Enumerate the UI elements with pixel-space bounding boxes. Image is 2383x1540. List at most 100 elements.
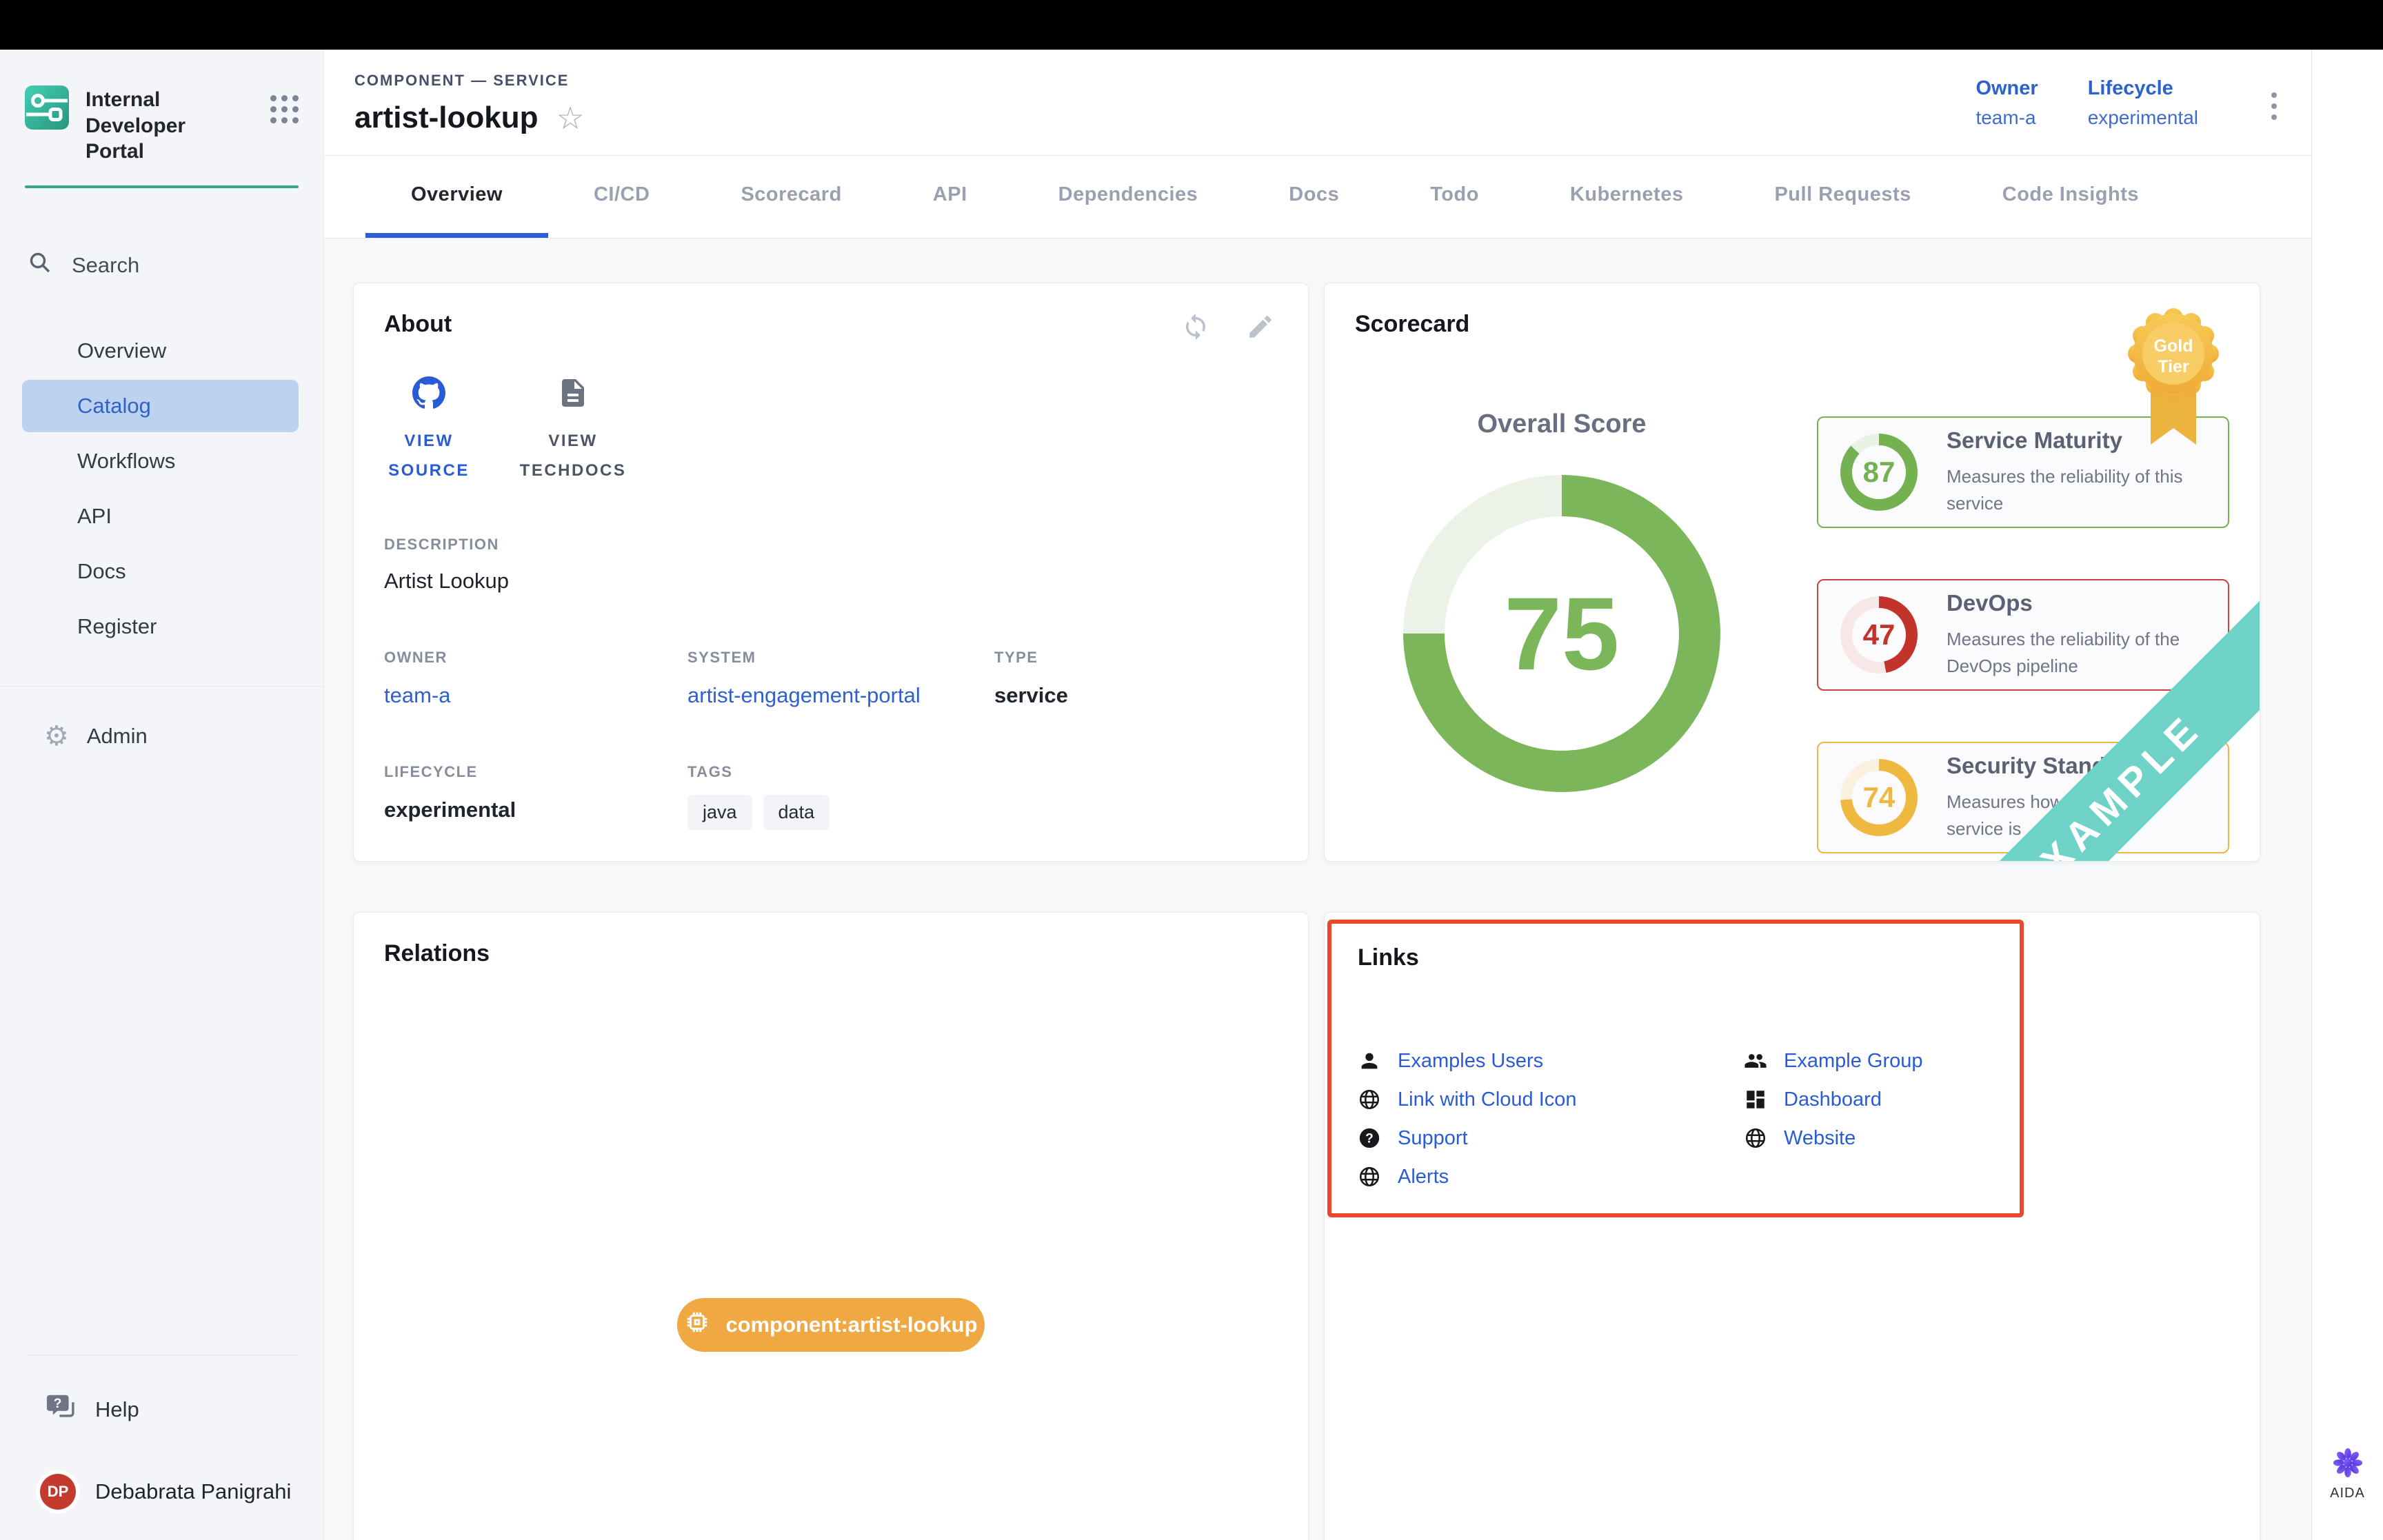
tab-scorecard[interactable]: Scorecard bbox=[695, 156, 887, 238]
favorite-star-icon[interactable]: ☆ bbox=[556, 102, 584, 134]
type-field-label: TYPE bbox=[994, 649, 1278, 667]
portal-logo-icon bbox=[25, 85, 69, 135]
link-link-with-cloud-icon[interactable]: Link with Cloud Icon bbox=[1358, 1080, 1744, 1119]
tab-api[interactable]: API bbox=[887, 156, 1013, 238]
view-source-button[interactable]: VIEW SOURCE bbox=[384, 376, 474, 486]
about-card: About bbox=[353, 283, 1309, 862]
link-example-group[interactable]: Example Group bbox=[1744, 1042, 1993, 1080]
top-black-bar bbox=[0, 0, 2383, 50]
system-field-value[interactable]: artist-engagement-portal bbox=[687, 683, 994, 708]
edit-pencil-icon[interactable] bbox=[1246, 312, 1275, 347]
view-techdocs-button[interactable]: VIEW TECHDOCS bbox=[518, 376, 628, 486]
aida-panel: AIDA bbox=[2311, 50, 2383, 1540]
score-item-name: DevOps bbox=[1947, 590, 2206, 616]
lifecycle-value: experimental bbox=[2088, 107, 2198, 129]
main-area: COMPONENT — SERVICE artist-lookup ☆ Owne… bbox=[324, 50, 2311, 1540]
view-techdocs-label: VIEW TECHDOCS bbox=[518, 426, 628, 485]
tab-kubernetes[interactable]: Kubernetes bbox=[1525, 156, 1729, 238]
links-card: Links Examples Users Link with Cloud Ico… bbox=[1324, 912, 2260, 1540]
gold-tier-badge: Gold Tier bbox=[2122, 300, 2225, 464]
user-name: Debabrata Panigrahi bbox=[95, 1479, 291, 1504]
github-icon bbox=[412, 376, 445, 419]
admin-label: Admin bbox=[87, 724, 148, 749]
tab-bar: Overview CI/CD Scorecard API Dependencie… bbox=[324, 156, 2311, 239]
sidebar-item-api[interactable]: API bbox=[22, 490, 299, 543]
scorecard-title: Scorecard bbox=[1355, 311, 2229, 338]
tab-todo[interactable]: Todo bbox=[1385, 156, 1525, 238]
sidebar-item-workflows[interactable]: Workflows bbox=[22, 435, 299, 487]
globe-icon bbox=[1358, 1088, 1381, 1111]
tab-cicd[interactable]: CI/CD bbox=[548, 156, 695, 238]
score-item-devops[interactable]: 47 DevOps Measures the reliability of th… bbox=[1817, 579, 2229, 691]
description-value: Artist Lookup bbox=[384, 569, 1278, 594]
link-dashboard[interactable]: Dashboard bbox=[1744, 1080, 1993, 1119]
tag-chip[interactable]: java bbox=[687, 795, 752, 830]
link-support[interactable]: ? Support bbox=[1358, 1119, 1744, 1157]
relations-node-label: component:artist-lookup bbox=[725, 1313, 977, 1337]
tab-overview[interactable]: Overview bbox=[365, 156, 548, 238]
kebab-menu-icon[interactable] bbox=[2267, 88, 2281, 124]
svg-text:?: ? bbox=[54, 1397, 62, 1411]
owner-label: Owner bbox=[1975, 77, 2038, 100]
page-title: artist-lookup bbox=[354, 101, 538, 135]
dashboard-icon bbox=[1744, 1088, 1767, 1111]
sidebar-search[interactable]: Search bbox=[28, 250, 299, 281]
tags-field-label: TAGS bbox=[687, 763, 994, 781]
relations-title: Relations bbox=[384, 940, 1278, 967]
sidebar-item-register[interactable]: Register bbox=[22, 600, 299, 653]
avatar: DP bbox=[40, 1474, 76, 1510]
help-chat-icon: ? bbox=[46, 1391, 77, 1428]
sidebar-divider bbox=[0, 686, 323, 687]
tab-code-insights[interactable]: Code Insights bbox=[1957, 156, 2184, 238]
svg-text:?: ? bbox=[1365, 1132, 1374, 1146]
aida-launcher[interactable]: AIDA bbox=[2312, 1447, 2383, 1501]
security-standards-gauge: 74 bbox=[1840, 759, 1918, 836]
brand-accent-rule bbox=[25, 185, 299, 188]
description-label: DESCRIPTION bbox=[384, 536, 1278, 554]
relations-node-component[interactable]: component:artist-lookup bbox=[677, 1298, 985, 1352]
help-circle-icon: ? bbox=[1358, 1126, 1381, 1150]
view-source-label: VIEW SOURCE bbox=[384, 426, 474, 485]
lifecycle-meta[interactable]: Lifecycle experimental bbox=[2088, 77, 2198, 129]
sidebar-item-overview[interactable]: Overview bbox=[22, 325, 299, 377]
sidebar-nav: Overview Catalog Workflows API Docs Regi… bbox=[0, 325, 323, 656]
link-website[interactable]: Website bbox=[1744, 1119, 1993, 1157]
link-examples-users[interactable]: Examples Users bbox=[1358, 1042, 1744, 1080]
group-icon bbox=[1744, 1049, 1767, 1073]
sidebar-item-help[interactable]: ? Help bbox=[0, 1391, 323, 1428]
tab-pull-requests[interactable]: Pull Requests bbox=[1729, 156, 1956, 238]
sidebar-item-docs[interactable]: Docs bbox=[22, 545, 299, 598]
overall-score-value: 75 bbox=[1505, 574, 1620, 693]
tab-docs[interactable]: Docs bbox=[1243, 156, 1385, 238]
globe-icon bbox=[1744, 1126, 1767, 1150]
brand: Internal Developer Portal bbox=[0, 50, 323, 165]
tag-chip[interactable]: data bbox=[763, 795, 830, 830]
tab-dependencies[interactable]: Dependencies bbox=[1013, 156, 1244, 238]
gold-tier-label: Gold Tier bbox=[2122, 336, 2225, 377]
score-item-description: Measures the reliability of this service bbox=[1947, 463, 2206, 517]
search-icon bbox=[28, 250, 52, 281]
gear-icon: ⚙ bbox=[44, 722, 69, 750]
lifecycle-label: Lifecycle bbox=[2088, 77, 2198, 100]
scorecard-card: Scorecard bbox=[1324, 283, 2260, 862]
service-maturity-gauge: 87 bbox=[1840, 434, 1918, 511]
owner-meta[interactable]: Owner team-a bbox=[1975, 77, 2038, 129]
links-title: Links bbox=[1358, 944, 1993, 971]
sidebar-item-catalog[interactable]: Catalog bbox=[22, 380, 299, 432]
document-icon bbox=[556, 376, 590, 419]
globe-icon bbox=[1358, 1165, 1381, 1188]
app-shell: Internal Developer Portal Search Overvie… bbox=[0, 50, 2383, 1540]
apps-grid-icon[interactable] bbox=[270, 95, 299, 123]
system-field-label: SYSTEM bbox=[687, 649, 994, 667]
entity-header: COMPONENT — SERVICE artist-lookup ☆ Owne… bbox=[324, 50, 2311, 156]
refresh-icon[interactable] bbox=[1181, 312, 1210, 347]
aida-flower-icon bbox=[2332, 1447, 2364, 1479]
owner-value: team-a bbox=[1975, 107, 2038, 129]
user-icon bbox=[1358, 1049, 1381, 1073]
owner-field-value[interactable]: team-a bbox=[384, 683, 687, 708]
link-alerts[interactable]: Alerts bbox=[1358, 1157, 1744, 1196]
sidebar-bottom: ? Help DP Debabrata Panigrahi bbox=[0, 1355, 323, 1540]
user-menu[interactable]: DP Debabrata Panigrahi bbox=[0, 1474, 323, 1510]
about-title: About bbox=[384, 311, 1278, 338]
sidebar-item-admin[interactable]: ⚙ Admin bbox=[0, 722, 323, 750]
